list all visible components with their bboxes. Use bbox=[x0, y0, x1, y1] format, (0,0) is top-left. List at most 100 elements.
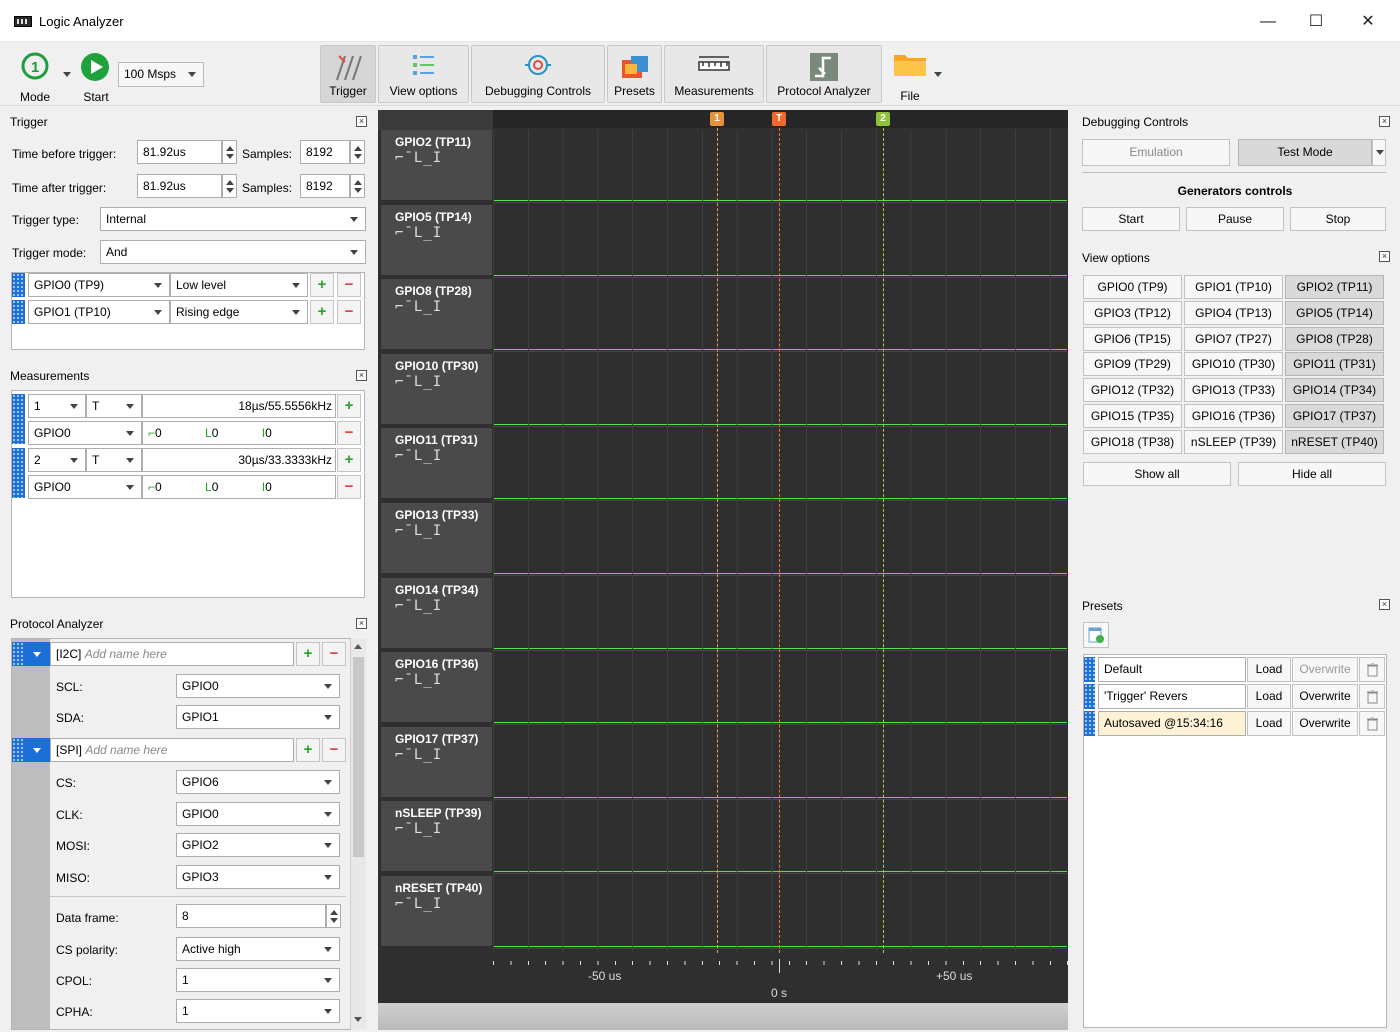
gpio-visibility-toggle[interactable]: GPIO4 (TP13) bbox=[1184, 300, 1283, 325]
gpio-visibility-toggle[interactable]: nRESET (TP40) bbox=[1285, 429, 1384, 454]
time-after-input[interactable]: 81.92us bbox=[137, 174, 222, 198]
hide-all-button[interactable]: Hide all bbox=[1238, 462, 1386, 486]
preset-delete-button[interactable] bbox=[1359, 711, 1385, 736]
trigger-symbols-icon[interactable]: ⌐¯L_I bbox=[395, 374, 442, 390]
presets-toolbar-button[interactable]: Presets bbox=[607, 45, 662, 103]
spi-name-input[interactable]: [SPI] Add name here bbox=[50, 738, 294, 762]
preset-name[interactable]: Autosaved @15:34:16 bbox=[1098, 711, 1246, 736]
measurement-marker-select[interactable]: T bbox=[86, 448, 142, 472]
scroll-up-icon[interactable] bbox=[354, 644, 362, 649]
trigger-symbols-icon[interactable]: ⌐¯L_I bbox=[395, 821, 442, 837]
cpha-select[interactable]: 1 bbox=[176, 999, 340, 1023]
trigger-panel-close-icon[interactable]: × bbox=[356, 116, 367, 127]
cs-polarity-select[interactable]: Active high bbox=[176, 937, 340, 961]
condition-type-select[interactable]: Rising edge bbox=[170, 300, 308, 324]
channel-label[interactable]: GPIO17 (TP37) ⌐¯L_I bbox=[381, 726, 492, 799]
preset-overwrite-button[interactable]: Overwrite bbox=[1292, 657, 1358, 682]
channel-label[interactable]: nSLEEP (TP39) ⌐¯L_I bbox=[381, 801, 492, 874]
test-mode-button[interactable]: Test Mode bbox=[1238, 139, 1372, 166]
clk-select[interactable]: GPIO0 bbox=[176, 802, 340, 826]
preset-load-button[interactable]: Load bbox=[1247, 684, 1291, 709]
condition-drag-handle[interactable] bbox=[12, 300, 25, 324]
protocol-panel-close-icon[interactable]: × bbox=[356, 618, 367, 629]
measurements-panel-close-icon[interactable]: × bbox=[356, 370, 367, 381]
gpio-visibility-toggle[interactable]: GPIO1 (TP10) bbox=[1184, 275, 1283, 299]
preset-load-button[interactable]: Load bbox=[1247, 711, 1291, 736]
gpio-visibility-toggle[interactable]: GPIO8 (TP28) bbox=[1285, 326, 1384, 351]
preset-overwrite-button[interactable]: Overwrite bbox=[1292, 711, 1358, 736]
protocol-drag-handle[interactable] bbox=[12, 642, 24, 666]
i2c-collapse-button[interactable] bbox=[24, 642, 50, 666]
channel-label[interactable]: GPIO10 (TP30) ⌐¯L_I bbox=[381, 353, 492, 426]
cpol-select[interactable]: 1 bbox=[176, 968, 340, 992]
data-frame-spinner[interactable] bbox=[326, 904, 341, 928]
spi-collapse-button[interactable] bbox=[24, 738, 50, 762]
trigger-symbols-icon[interactable]: ⌐¯L_I bbox=[395, 896, 442, 912]
gpio-visibility-toggle[interactable]: GPIO6 (TP15) bbox=[1083, 326, 1182, 351]
sda-select[interactable]: GPIO1 bbox=[176, 705, 340, 729]
condition-pin-select[interactable]: GPIO0 (TP9) bbox=[28, 273, 170, 297]
debugging-controls-toolbar-button[interactable]: Debugging Controls bbox=[471, 45, 605, 103]
preset-name[interactable]: Default bbox=[1098, 657, 1246, 682]
view-options-close-icon[interactable]: × bbox=[1379, 251, 1390, 262]
protocol-scrollbar[interactable] bbox=[350, 639, 366, 1029]
trigger-symbols-icon[interactable]: ⌐¯L_I bbox=[395, 150, 442, 166]
gpio-visibility-toggle[interactable]: GPIO10 (TP30) bbox=[1184, 352, 1283, 377]
mode-dropdown-icon[interactable] bbox=[63, 72, 71, 77]
minimize-button[interactable]: — bbox=[1256, 10, 1280, 34]
gpio-visibility-toggle[interactable]: GPIO3 (TP12) bbox=[1083, 300, 1182, 325]
channel-label[interactable]: GPIO11 (TP31) ⌐¯L_I bbox=[381, 428, 492, 501]
samples-before-spinner[interactable] bbox=[350, 140, 365, 164]
condition-type-select[interactable]: Low level bbox=[170, 273, 308, 297]
measurements-toolbar-button[interactable]: Measurements bbox=[664, 45, 764, 103]
trigger-symbols-icon[interactable]: ⌐¯L_I bbox=[395, 299, 442, 315]
gpio-visibility-toggle[interactable]: GPIO16 (TP36) bbox=[1184, 404, 1283, 428]
preset-drag-handle[interactable] bbox=[1084, 711, 1095, 736]
protocol-drag-handle[interactable] bbox=[12, 738, 24, 762]
file-dropdown-icon[interactable] bbox=[934, 72, 942, 77]
test-mode-dropdown[interactable] bbox=[1372, 139, 1386, 166]
add-protocol-button[interactable]: + bbox=[296, 738, 320, 762]
time-before-input[interactable]: 81.92us bbox=[137, 140, 222, 164]
gpio-visibility-toggle[interactable]: GPIO17 (TP37) bbox=[1285, 404, 1384, 428]
generator-start-button[interactable]: Start bbox=[1082, 207, 1180, 231]
sample-rate-select[interactable]: 100 Msps bbox=[118, 62, 204, 87]
marker-2-handle[interactable]: 2 bbox=[876, 112, 890, 126]
waveform-scrollbar[interactable] bbox=[378, 1003, 1068, 1030]
preset-delete-button[interactable] bbox=[1359, 684, 1385, 709]
add-protocol-button[interactable]: + bbox=[296, 642, 320, 666]
new-preset-button[interactable] bbox=[1083, 622, 1109, 648]
emulation-button[interactable]: Emulation bbox=[1082, 139, 1230, 166]
trigger-mode-select[interactable]: And bbox=[100, 240, 366, 264]
trigger-toolbar-button[interactable]: Trigger bbox=[320, 45, 376, 103]
gpio-visibility-toggle[interactable]: GPIO13 (TP33) bbox=[1184, 378, 1283, 403]
i2c-name-input[interactable]: [I2C] Add name here bbox=[50, 642, 294, 666]
presets-panel-close-icon[interactable]: × bbox=[1379, 599, 1390, 610]
trigger-symbols-icon[interactable]: ⌐¯L_I bbox=[395, 598, 442, 614]
gpio-visibility-toggle[interactable]: GPIO14 (TP34) bbox=[1285, 378, 1384, 403]
channel-label[interactable]: GPIO5 (TP14) ⌐¯L_I bbox=[381, 204, 492, 277]
trigger-symbols-icon[interactable]: ⌐¯L_I bbox=[395, 747, 442, 763]
condition-pin-select[interactable]: GPIO1 (TP10) bbox=[28, 300, 170, 324]
preset-drag-handle[interactable] bbox=[1084, 684, 1095, 709]
gpio-visibility-toggle[interactable]: GPIO15 (TP35) bbox=[1083, 404, 1182, 428]
mosi-select[interactable]: GPIO2 bbox=[176, 833, 340, 857]
condition-drag-handle[interactable] bbox=[12, 273, 25, 297]
show-all-button[interactable]: Show all bbox=[1083, 462, 1231, 486]
remove-measurement-button[interactable]: − bbox=[337, 421, 361, 445]
gpio-visibility-toggle[interactable]: GPIO18 (TP38) bbox=[1083, 429, 1182, 454]
scrollbar-thumb[interactable] bbox=[353, 657, 364, 857]
view-options-toolbar-button[interactable]: View options bbox=[378, 45, 469, 103]
samples-after-spinner[interactable] bbox=[350, 174, 365, 198]
trigger-symbols-icon[interactable]: ⌐¯L_I bbox=[395, 225, 442, 241]
gpio-visibility-toggle[interactable]: GPIO0 (TP9) bbox=[1083, 275, 1182, 299]
channel-label[interactable]: GPIO8 (TP28) ⌐¯L_I bbox=[381, 279, 492, 352]
gpio-visibility-toggle[interactable]: GPIO11 (TP31) bbox=[1285, 352, 1384, 377]
add-condition-button[interactable]: + bbox=[310, 300, 334, 324]
close-button[interactable]: ✕ bbox=[1356, 10, 1380, 34]
time-after-spinner[interactable] bbox=[222, 174, 237, 198]
add-condition-button[interactable]: + bbox=[310, 273, 334, 297]
channel-label[interactable]: GPIO14 (TP34) ⌐¯L_I bbox=[381, 577, 492, 650]
channel-label[interactable]: GPIO2 (TP11) ⌐¯L_I bbox=[381, 130, 492, 202]
remove-condition-button[interactable]: − bbox=[337, 300, 361, 324]
